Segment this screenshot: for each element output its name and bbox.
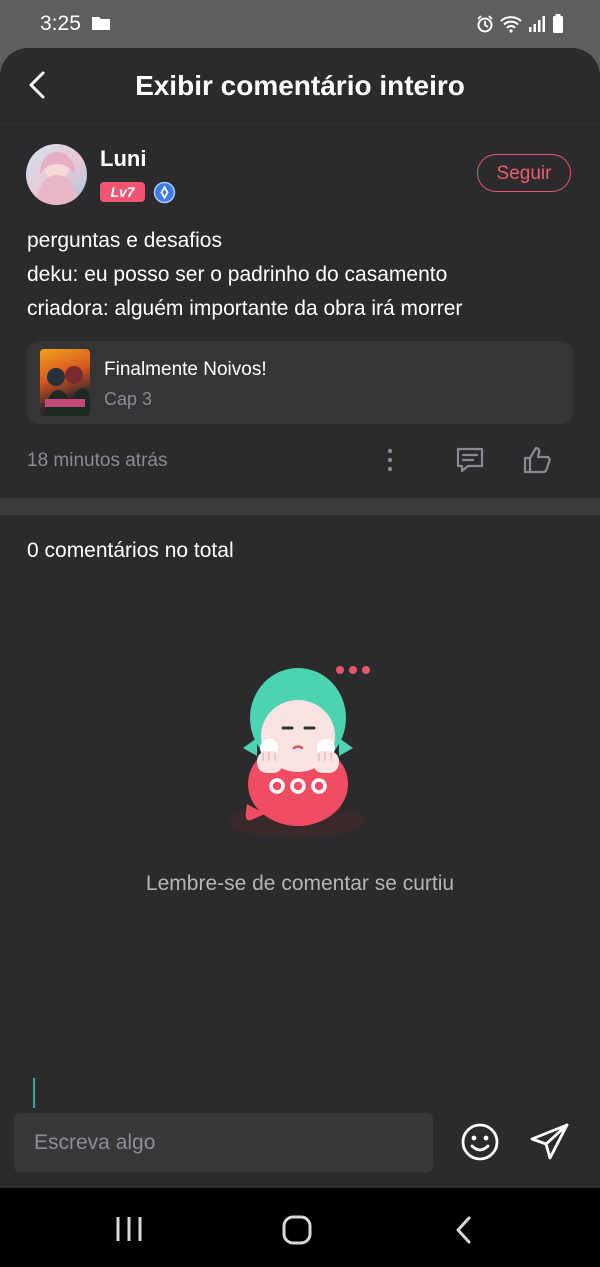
section-divider bbox=[0, 498, 600, 515]
alarm-icon bbox=[476, 15, 494, 38]
username[interactable]: Luni bbox=[100, 146, 146, 172]
follow-button[interactable]: Seguir bbox=[477, 154, 571, 192]
more-options-icon[interactable] bbox=[381, 446, 399, 474]
book-card[interactable]: Finalmente Noivos! Cap 3 bbox=[27, 341, 573, 424]
book-title: Finalmente Noivos! bbox=[104, 359, 267, 380]
system-nav-bar bbox=[0, 1188, 600, 1267]
wifi-icon bbox=[500, 15, 522, 38]
comment-timestamp: 18 minutos atrás bbox=[27, 450, 168, 471]
nav-back-icon[interactable] bbox=[454, 1215, 474, 1245]
level-badge: Lv7 bbox=[100, 182, 145, 202]
folder-icon bbox=[91, 15, 111, 36]
header: Exibir comentário inteiro bbox=[0, 48, 600, 125]
comment-text: perguntas e desafios deku: eu posso ser … bbox=[27, 224, 462, 326]
status-bar: 3:25 bbox=[0, 0, 600, 48]
comment-input[interactable] bbox=[14, 1113, 433, 1172]
emoji-icon[interactable] bbox=[460, 1122, 500, 1162]
page-title: Exibir comentário inteiro bbox=[135, 70, 465, 101]
home-icon[interactable] bbox=[281, 1214, 313, 1246]
send-icon[interactable] bbox=[529, 1122, 571, 1162]
status-time: 3:25 bbox=[40, 12, 81, 35]
comment-line: deku: eu posso ser o padrinho do casamen… bbox=[27, 263, 448, 286]
empty-state-mascot bbox=[225, 656, 380, 841]
battery-icon bbox=[552, 14, 564, 39]
comment-line: criadora: alguém importante da obra irá … bbox=[27, 297, 463, 320]
replies-count: 0 comentários no total bbox=[27, 539, 234, 562]
like-icon[interactable] bbox=[521, 444, 553, 476]
recent-apps-icon[interactable] bbox=[115, 1216, 143, 1242]
comment-input-bar bbox=[0, 1100, 600, 1188]
comment-line: perguntas e desafios bbox=[27, 229, 222, 252]
text-cursor bbox=[33, 1078, 35, 1108]
empty-state-text: Lembre-se de comentar se curtiu bbox=[145, 872, 455, 895]
book-cover bbox=[40, 349, 90, 416]
avatar[interactable] bbox=[26, 144, 87, 205]
signal-icon bbox=[528, 15, 546, 38]
reply-icon[interactable] bbox=[455, 445, 485, 475]
book-chapter: Cap 3 bbox=[104, 389, 153, 409]
comment-sheet: Exibir comentário inteiro Luni Lv7 Segui… bbox=[0, 48, 600, 1188]
diamond-badge-icon bbox=[153, 181, 176, 204]
